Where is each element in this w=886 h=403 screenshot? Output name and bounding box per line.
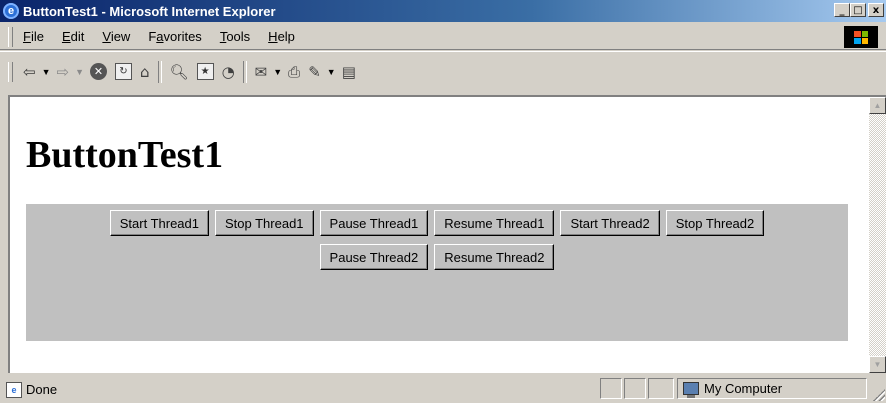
start-thread2-button[interactable]: Start Thread2	[560, 210, 660, 236]
page-content: ButtonTest1 Start Thread1 Stop Thread1 P…	[10, 97, 867, 373]
page-title: ButtonTest1	[26, 134, 224, 176]
security-zone: My Computer	[677, 378, 867, 399]
pause-thread1-button[interactable]: Pause Thread1	[319, 210, 429, 236]
status-text: Done	[26, 382, 58, 397]
history-icon[interactable]: ◔	[218, 61, 239, 83]
forward-dropdown-icon[interactable]: ▼	[73, 67, 86, 77]
discuss-icon[interactable]: ▤	[338, 61, 360, 83]
menu-bar: File Edit View Favorites Tools Help	[0, 24, 886, 50]
favorites-icon: ★	[196, 63, 214, 80]
mail-dropdown-icon[interactable]: ▼	[271, 67, 284, 77]
menu-help[interactable]: Help	[259, 29, 304, 44]
menu-tools[interactable]: Tools	[211, 29, 259, 44]
edit-dropdown-icon[interactable]: ▼	[325, 67, 338, 77]
refresh-button[interactable]: ↻	[111, 61, 136, 83]
browser-viewport[interactable]: ButtonTest1 Start Thread1 Stop Thread1 P…	[8, 95, 886, 373]
windows-logo-icon	[844, 26, 878, 48]
back-icon[interactable]: ⇦	[19, 61, 40, 83]
favorites-button[interactable]: ★	[193, 61, 218, 83]
window-controls: _ □ x	[834, 3, 884, 17]
button-row-1: Start Thread1 Stop Thread1 Pause Thread1…	[26, 210, 848, 236]
scroll-down-icon[interactable]: ▼	[869, 356, 886, 373]
print-icon[interactable]: ⎙	[284, 61, 304, 83]
toolbar-separator	[242, 60, 247, 83]
menu-favorites[interactable]: Favorites	[139, 29, 210, 44]
status-panel	[648, 378, 674, 399]
maximize-button[interactable]: □	[850, 3, 866, 17]
ie-icon: e	[3, 3, 19, 19]
resume-thread2-button[interactable]: Resume Thread2	[434, 244, 555, 270]
forward-icon[interactable]: ⇨	[53, 61, 74, 83]
window-title: ButtonTest1 - Microsoft Internet Explore…	[23, 3, 276, 19]
mail-icon[interactable]: ✉	[251, 61, 272, 83]
status-bar: e Done My Computer	[0, 376, 886, 403]
status-panel	[600, 378, 622, 399]
zone-label: My Computer	[704, 381, 783, 396]
pause-thread2-button[interactable]: Pause Thread2	[319, 244, 429, 270]
java-applet: Start Thread1 Stop Thread1 Pause Thread1…	[26, 204, 848, 341]
stop-thread1-button[interactable]: Stop Thread1	[215, 210, 314, 236]
home-icon[interactable]: ⌂	[136, 61, 154, 83]
start-thread1-button[interactable]: Start Thread1	[109, 210, 209, 236]
resize-grip-icon[interactable]	[873, 389, 885, 401]
title-bar[interactable]: e ButtonTest1 - Microsoft Internet Explo…	[0, 0, 886, 22]
close-button[interactable]: x	[868, 3, 884, 17]
vertical-scrollbar[interactable]: ▲ ▼	[869, 97, 886, 373]
standard-toolbar: ⇦ ▼ ⇨ ▼ ✕ ↻ ⌂ 🔍︎ ★ ◔ ✉ ▼ ⎙ ✎ ▼ ▤	[0, 51, 886, 91]
stop-button[interactable]: ✕	[86, 61, 111, 83]
button-row-2: Pause Thread2 Resume Thread2	[26, 244, 848, 270]
menu-file[interactable]: File	[19, 29, 53, 44]
menubar-grip[interactable]	[8, 26, 13, 47]
toolbar-separator	[157, 60, 162, 83]
edit-icon[interactable]: ✎	[304, 61, 325, 83]
scroll-up-icon[interactable]: ▲	[869, 97, 886, 114]
stop-thread2-button[interactable]: Stop Thread2	[665, 210, 765, 236]
my-computer-icon	[683, 382, 699, 398]
resume-thread1-button[interactable]: Resume Thread1	[434, 210, 555, 236]
menu-edit[interactable]: Edit	[53, 29, 93, 44]
minimize-button[interactable]: _	[834, 3, 850, 17]
back-dropdown-icon[interactable]: ▼	[40, 67, 53, 77]
toolbar-grip[interactable]	[8, 61, 13, 82]
stop-icon: ✕	[90, 63, 107, 80]
menu-view[interactable]: View	[93, 29, 139, 44]
status-panel	[624, 378, 646, 399]
page-done-icon: e	[6, 381, 22, 398]
refresh-icon: ↻	[115, 63, 132, 80]
search-icon[interactable]: 🔍︎	[166, 61, 193, 83]
